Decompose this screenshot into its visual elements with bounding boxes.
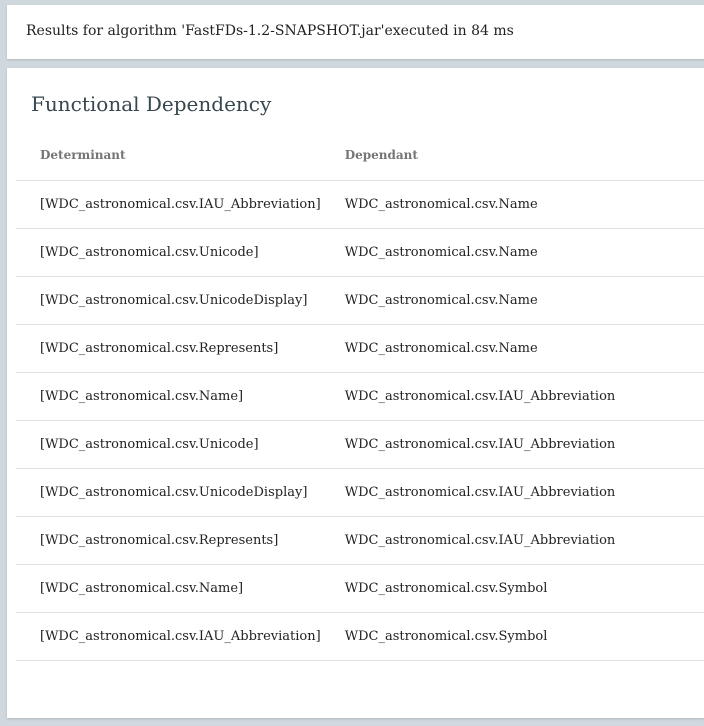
determinant-cell: [WDC_astronomical.csv.Unicode] bbox=[16, 420, 321, 469]
table-row: [WDC_astronomical.csv.Represents] WDC_as… bbox=[16, 516, 704, 565]
table-row: [WDC_astronomical.csv.Unicode] WDC_astro… bbox=[16, 228, 704, 277]
determinant-cell: [WDC_astronomical.csv.Name] bbox=[16, 564, 321, 613]
table-row: [WDC_astronomical.csv.Represents] WDC_as… bbox=[16, 324, 704, 373]
determinant-cell: [WDC_astronomical.csv.Represents] bbox=[16, 324, 321, 373]
determinant-cell: [WDC_astronomical.csv.IAU_Abbreviation] bbox=[16, 612, 321, 661]
table-row: [WDC_astronomical.csv.UnicodeDisplay] WD… bbox=[16, 276, 704, 325]
results-card: Functional Dependency Determinant Depend… bbox=[7, 68, 704, 718]
determinant-cell: [WDC_astronomical.csv.Unicode] bbox=[16, 228, 321, 277]
determinant-cell: [WDC_astronomical.csv.UnicodeDisplay] bbox=[16, 468, 321, 517]
dependant-cell: WDC_astronomical.csv.Name bbox=[320, 180, 704, 229]
table-row: [WDC_astronomical.csv.Name] WDC_astronom… bbox=[16, 372, 704, 421]
table-row: [WDC_astronomical.csv.Unicode] WDC_astro… bbox=[16, 420, 704, 469]
dependant-cell: WDC_astronomical.csv.Name bbox=[320, 228, 704, 277]
status-card: Results for algorithm 'FastFDs-1.2-SNAPS… bbox=[7, 5, 704, 59]
table-header-row: Determinant Dependant bbox=[16, 130, 704, 181]
dependant-cell: WDC_astronomical.csv.Name bbox=[320, 276, 704, 325]
dependant-cell: WDC_astronomical.csv.Symbol bbox=[320, 612, 704, 661]
table-row: [WDC_astronomical.csv.UnicodeDisplay] WD… bbox=[16, 468, 704, 517]
determinant-cell: [WDC_astronomical.csv.IAU_Abbreviation] bbox=[16, 180, 321, 229]
dependant-cell: WDC_astronomical.csv.IAU_Abbreviation bbox=[320, 468, 704, 517]
column-header-determinant[interactable]: Determinant bbox=[16, 130, 321, 181]
dependant-cell: WDC_astronomical.csv.Name bbox=[320, 324, 704, 373]
results-title: Functional Dependency bbox=[31, 92, 272, 116]
table-row: [WDC_astronomical.csv.Name] WDC_astronom… bbox=[16, 564, 704, 613]
determinant-cell: [WDC_astronomical.csv.Represents] bbox=[16, 516, 321, 565]
dependant-cell: WDC_astronomical.csv.Symbol bbox=[320, 564, 704, 613]
functional-dependency-table: Determinant Dependant [WDC_astronomical.… bbox=[16, 130, 704, 661]
determinant-cell: [WDC_astronomical.csv.Name] bbox=[16, 372, 321, 421]
dependant-cell: WDC_astronomical.csv.IAU_Abbreviation bbox=[320, 420, 704, 469]
table-row: [WDC_astronomical.csv.IAU_Abbreviation] … bbox=[16, 180, 704, 229]
column-header-dependant[interactable]: Dependant bbox=[320, 130, 704, 181]
execution-status-text: Results for algorithm 'FastFDs-1.2-SNAPS… bbox=[26, 23, 514, 39]
determinant-cell: [WDC_astronomical.csv.UnicodeDisplay] bbox=[16, 276, 321, 325]
dependant-cell: WDC_astronomical.csv.IAU_Abbreviation bbox=[320, 372, 704, 421]
dependant-cell: WDC_astronomical.csv.IAU_Abbreviation bbox=[320, 516, 704, 565]
table-row: [WDC_astronomical.csv.IAU_Abbreviation] … bbox=[16, 612, 704, 661]
